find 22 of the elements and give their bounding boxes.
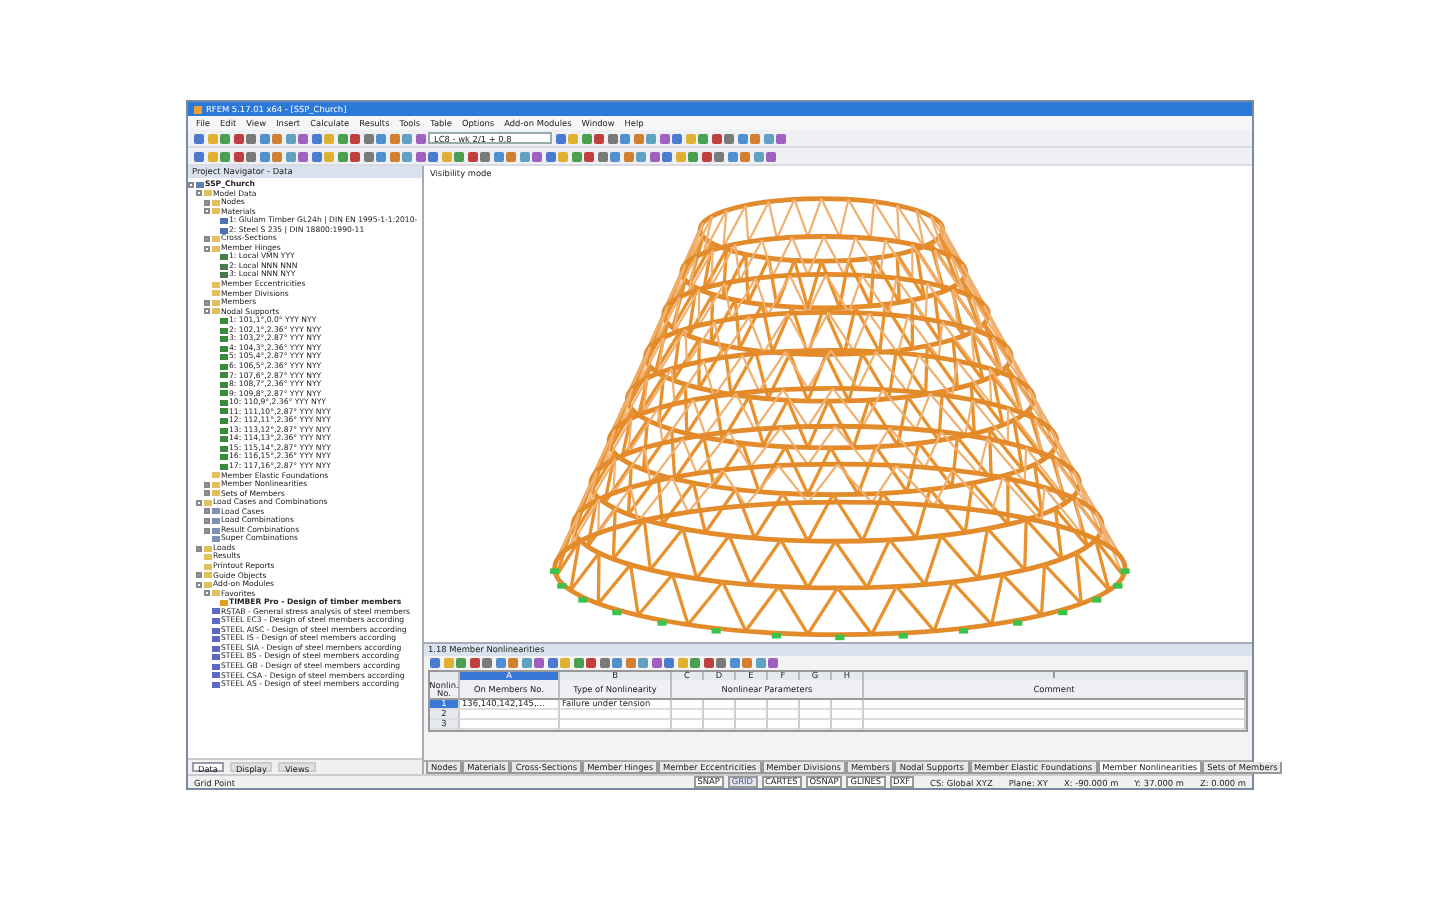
expand-toggle-icon[interactable] — [204, 208, 210, 215]
expand-toggle-icon[interactable] — [196, 499, 202, 506]
expand-toggle-icon[interactable] — [204, 508, 210, 515]
expand-toggle-icon[interactable] — [196, 572, 202, 579]
favorite-icon — [220, 599, 227, 606]
expand-toggle-icon[interactable] — [204, 236, 210, 243]
expand-toggle-icon[interactable] — [196, 581, 202, 588]
expand-toggle-icon[interactable] — [204, 518, 210, 524]
expand-toggle-icon[interactable] — [204, 481, 210, 488]
expand-toggle-icon[interactable] — [204, 590, 210, 597]
expand-toggle-icon[interactable] — [196, 190, 202, 197]
expand-toggle-icon[interactable] — [204, 527, 210, 534]
expand-toggle-icon[interactable] — [188, 181, 194, 188]
expand-toggle-icon[interactable] — [204, 245, 210, 252]
expand-toggle-icon[interactable] — [204, 490, 210, 497]
expand-toggle-icon[interactable] — [204, 308, 210, 315]
expand-toggle-icon[interactable] — [204, 199, 210, 206]
app-icon — [194, 105, 202, 113]
project-icon — [196, 181, 203, 188]
expand-toggle-icon[interactable] — [204, 299, 210, 306]
expand-toggle-icon[interactable] — [196, 545, 202, 552]
corner-header — [430, 672, 460, 680]
